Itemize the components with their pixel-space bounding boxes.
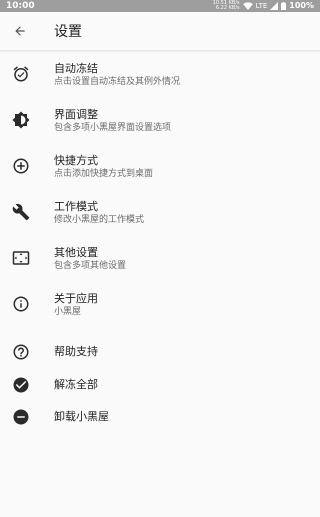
settings-item-title: 快捷方式 [54,154,98,167]
network-type: LTE [255,2,268,10]
settings-item-subtitle: 包含多项其他设置 [54,261,127,271]
settings-item-other[interactable]: 其他设置 包含多项其他设置 [0,246,320,278]
settings-overscan-icon [11,248,31,268]
alarm-check-icon [11,64,31,84]
settings-item-subtitle: 修改小黑屋的工作模式 [54,215,145,225]
settings-item-title: 解冻全部 [54,378,98,391]
settings-item-subtitle: 包含多项小黑屋界面设置选项 [54,123,172,133]
settings-item-title: 卸载小黑屋 [54,410,109,423]
settings-item-uninstall[interactable]: 卸载小黑屋 [0,405,320,429]
wifi-icon [242,2,253,10]
settings-item-title: 工作模式 [54,200,98,213]
settings-item-title: 帮助支持 [54,345,98,358]
arrow-left-icon [15,26,25,36]
network-speed: 10.51 KB/s 6.22 KB/s [213,1,240,11]
wrench-icon [11,202,31,222]
settings-item-title: 关于应用 [54,292,98,305]
settings-item-work-mode[interactable]: 工作模式 修改小黑屋的工作模式 [0,200,320,232]
settings-item-unfreeze-all[interactable]: 解冻全部 [0,373,320,397]
settings-item-ui-adjust[interactable]: 界面调整 包含多项小黑屋界面设置选项 [0,108,320,140]
info-icon [11,294,31,314]
page-title: 设置 [54,24,82,40]
status-bar: 10:00 10.51 KB/s 6.22 KB/s LTE 100% [0,0,320,12]
speed-down: 6.22 KB/s [215,5,240,11]
status-time: 10:00 [6,1,35,11]
remove-circle-icon [11,407,31,427]
settings-item-title: 其他设置 [54,246,98,259]
help-circle-icon [11,342,31,362]
status-indicators: 10.51 KB/s 6.22 KB/s LTE 100% [213,0,314,12]
signal-icon [270,2,279,10]
settings-item-help[interactable]: 帮助支持 [0,340,320,364]
battery-icon [281,2,287,10]
settings-item-auto-freeze[interactable]: 自动冻结 点击设置自动冻结及其例外情况 [0,62,320,94]
settings-item-subtitle: 小黑屋 [54,307,82,317]
add-circle-icon [11,156,31,176]
brightness-icon [11,110,31,130]
settings-item-subtitle: 点击设置自动冻结及其例外情况 [54,77,181,87]
battery-percent: 100% [289,1,314,10]
settings-item-subtitle: 点击添加快捷方式到桌面 [54,169,154,179]
settings-item-about[interactable]: 关于应用 小黑屋 [0,292,320,324]
check-circle-icon [11,375,31,395]
settings-item-title: 自动冻结 [54,62,98,75]
settings-item-shortcut[interactable]: 快捷方式 点击添加快捷方式到桌面 [0,154,320,186]
back-button[interactable] [10,21,30,41]
app-toolbar: 设置 [0,12,320,50]
settings-item-title: 界面调整 [54,108,98,121]
